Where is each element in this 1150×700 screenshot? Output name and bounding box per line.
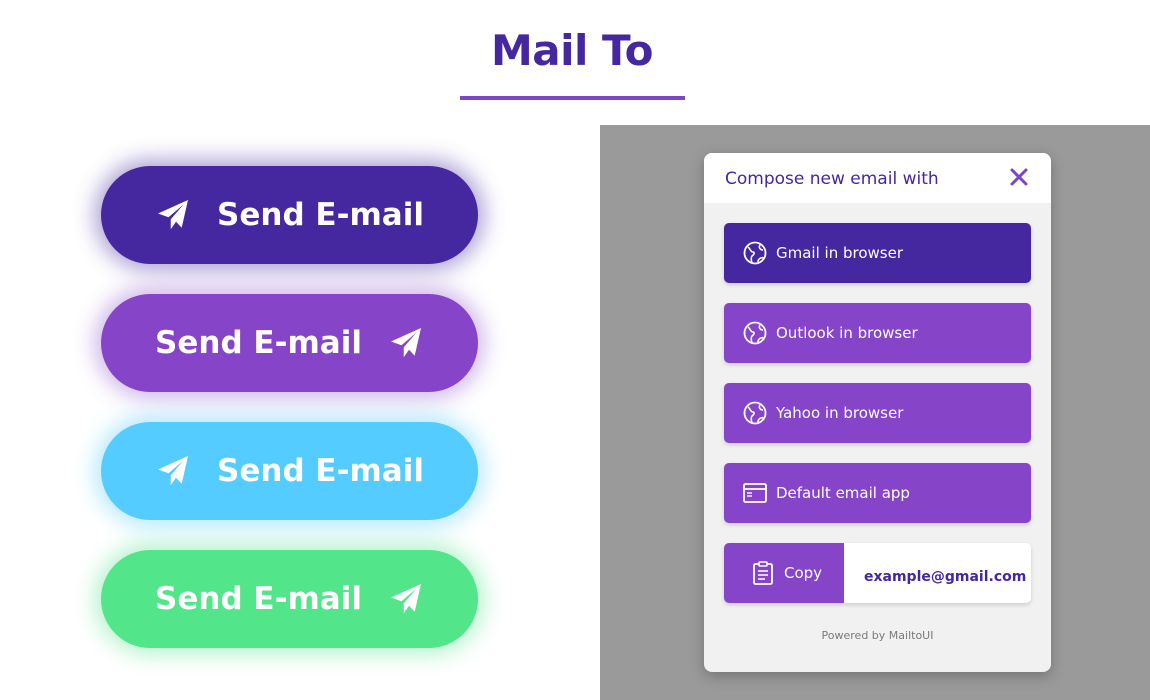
paper-plane-icon <box>388 325 424 361</box>
powered-by-text[interactable]: Powered by MailtoUI <box>704 629 1051 642</box>
email-address[interactable]: example@gmail.com <box>864 569 1026 585</box>
send-email-label: Send E-mail <box>217 197 424 233</box>
yahoo-option-label: Yahoo in browser <box>776 404 904 422</box>
modal-overlay[interactable]: Compose new email with Gmail in browser … <box>600 125 1150 700</box>
copy-button[interactable]: Copy <box>724 543 844 603</box>
close-icon[interactable] <box>1007 165 1031 189</box>
send-email-button-green[interactable]: Send E-mail <box>101 550 478 648</box>
page-title: Mail To <box>491 26 653 75</box>
outlook-option-label: Outlook in browser <box>776 324 918 342</box>
copy-row: Copy example@gmail.com <box>724 543 1031 603</box>
copy-label: Copy <box>784 564 823 582</box>
send-email-label: Send E-mail <box>155 581 362 617</box>
paper-plane-icon <box>155 453 191 489</box>
globe-icon <box>742 320 768 346</box>
paper-plane-icon <box>388 581 424 617</box>
default-app-option-label: Default email app <box>776 484 910 502</box>
gmail-option-label: Gmail in browser <box>776 244 903 262</box>
gmail-option-button[interactable]: Gmail in browser <box>724 223 1031 283</box>
paper-plane-icon <box>155 197 191 233</box>
send-email-button-blue[interactable]: Send E-mail <box>101 422 478 520</box>
page: Mail To Send E-mail Send E-mail Send E-m… <box>0 0 1150 700</box>
send-email-label: Send E-mail <box>155 325 362 361</box>
globe-icon <box>742 240 768 266</box>
clipboard-icon <box>750 560 776 586</box>
modal-title: Compose new email with <box>725 169 939 189</box>
app-window-icon <box>742 480 768 506</box>
default-app-option-button[interactable]: Default email app <box>724 463 1031 523</box>
yahoo-option-button[interactable]: Yahoo in browser <box>724 383 1031 443</box>
send-email-button-dark-purple[interactable]: Send E-mail <box>101 166 478 264</box>
compose-modal: Compose new email with Gmail in browser … <box>704 153 1051 672</box>
globe-icon <box>742 400 768 426</box>
title-underline <box>460 96 685 100</box>
send-email-button-purple[interactable]: Send E-mail <box>101 294 478 392</box>
send-email-label: Send E-mail <box>217 453 424 489</box>
modal-header: Compose new email with <box>704 153 1051 203</box>
outlook-option-button[interactable]: Outlook in browser <box>724 303 1031 363</box>
